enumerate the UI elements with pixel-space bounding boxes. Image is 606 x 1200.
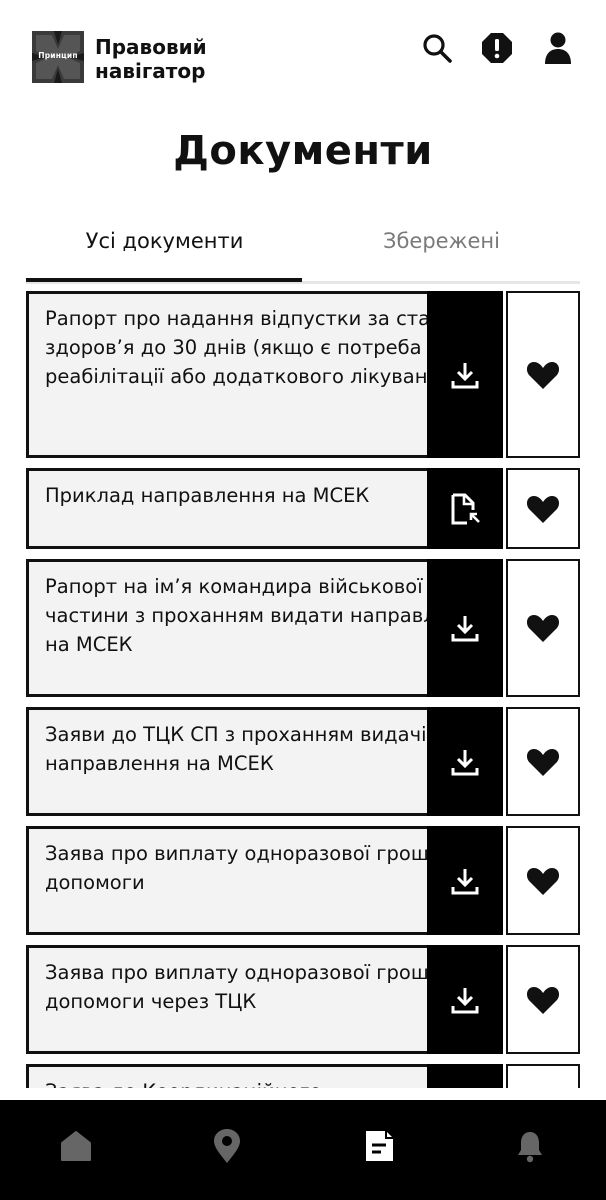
download-button[interactable] <box>427 291 503 458</box>
documents-icon <box>366 1131 393 1161</box>
tab-all-documents[interactable]: Усі документи <box>26 212 303 278</box>
app-logo[interactable]: Принцип <box>32 31 84 83</box>
download-button[interactable] <box>427 1064 503 1088</box>
document-tabs: Усі документи Збережені <box>26 212 580 282</box>
favorite-button[interactable] <box>506 1064 580 1088</box>
bell-icon <box>518 1132 542 1163</box>
nav-map[interactable] <box>207 1126 247 1166</box>
download-button[interactable] <box>427 826 503 935</box>
list-item[interactable]: Заяви до ТЦК СП з проханням видачі напра… <box>26 707 580 816</box>
heart-icon <box>526 615 560 642</box>
favorite-button[interactable] <box>506 468 580 549</box>
favorite-button[interactable] <box>506 707 580 816</box>
app-header: Принцип Правовий навігатор <box>0 0 606 110</box>
heart-icon <box>526 867 560 895</box>
list-item[interactable]: Рапорт на ім’я командира військової част… <box>26 559 580 697</box>
app-title-line-1: Правовий <box>95 35 207 59</box>
list-item[interactable]: Заява про виплату одноразової грошової д… <box>26 826 580 935</box>
heart-icon <box>526 986 560 1014</box>
nav-documents[interactable] <box>359 1126 399 1166</box>
favorite-button[interactable] <box>506 291 580 458</box>
page-title: Документи <box>173 128 433 174</box>
bottom-navigation <box>0 1100 606 1200</box>
open-file-button[interactable] <box>427 468 503 549</box>
home-icon <box>61 1131 91 1161</box>
documents-list[interactable]: Рапорт про надання відпустки за станом з… <box>26 291 580 1088</box>
heart-icon <box>526 361 560 389</box>
list-item[interactable]: Заява до Координаційного <box>26 1064 580 1088</box>
list-item[interactable]: Заява про виплату одноразової грошової д… <box>26 945 580 1054</box>
nav-home[interactable] <box>56 1126 96 1166</box>
open-file-icon <box>451 493 480 524</box>
tab-saved[interactable]: Збережені <box>303 212 580 278</box>
favorite-button[interactable] <box>506 945 580 1054</box>
favorite-button[interactable] <box>506 826 580 935</box>
favorite-button[interactable] <box>506 559 580 697</box>
app-title: Правовий навігатор <box>95 35 275 83</box>
download-button[interactable] <box>427 945 503 1054</box>
nav-notifications[interactable] <box>510 1126 550 1166</box>
list-item[interactable]: Приклад направлення на МСЕК <box>26 468 580 549</box>
download-button[interactable] <box>427 707 503 816</box>
download-icon <box>451 749 479 775</box>
alert-icon[interactable] <box>480 31 514 65</box>
app-title-line-2: навігатор <box>95 59 206 83</box>
user-icon[interactable] <box>541 31 575 65</box>
download-button[interactable] <box>427 559 503 697</box>
active-tab-indicator <box>26 278 302 282</box>
download-icon <box>451 362 479 388</box>
map-pin-icon <box>214 1129 240 1163</box>
heart-icon <box>526 748 560 776</box>
logo-word: Принцип <box>38 51 78 60</box>
download-icon <box>451 868 479 894</box>
heart-icon <box>526 495 560 523</box>
download-icon <box>451 987 479 1013</box>
list-item[interactable]: Рапорт про надання відпустки за станом з… <box>26 291 580 458</box>
download-icon <box>451 616 479 642</box>
search-icon[interactable] <box>420 31 454 65</box>
